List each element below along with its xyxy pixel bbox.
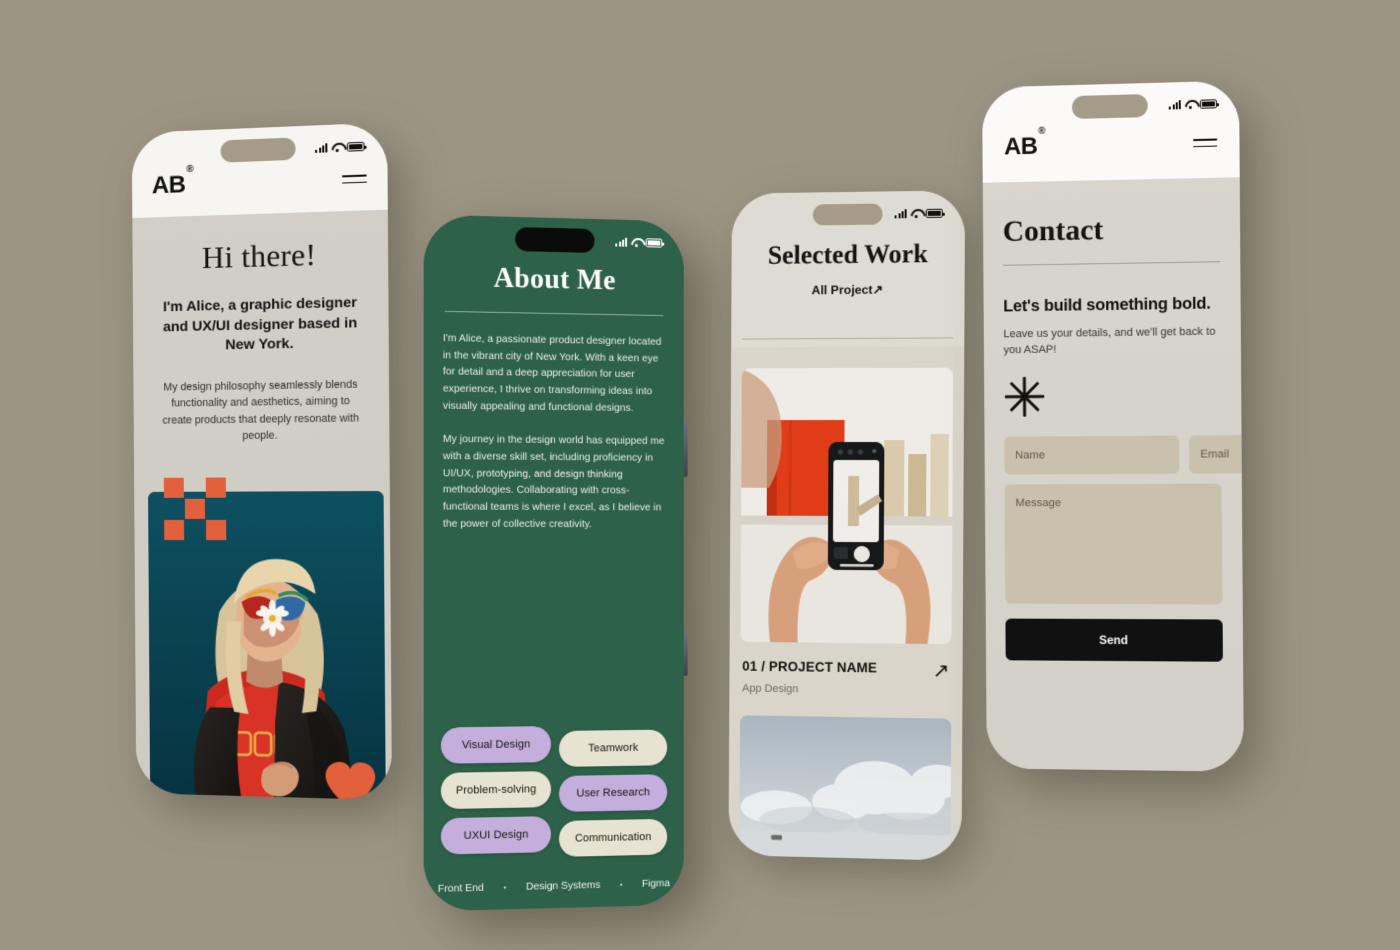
phone-mockup-about: About Me I'm Alice, a passionate product…	[423, 214, 688, 912]
contact-subtext: Leave us your details, and we'll get bac…	[1003, 325, 1216, 357]
send-button[interactable]: Send	[1005, 618, 1223, 662]
asterisk-icon	[1004, 375, 1046, 417]
phone-frame: About Me I'm Alice, a passionate product…	[423, 214, 684, 912]
hands-holding-phone-illustration	[740, 367, 954, 645]
contact-heading: Contact	[1002, 213, 1104, 248]
battery-icon	[645, 237, 663, 248]
phone-screen: AB® Hi there! I'm Alice, a graphic desig…	[131, 122, 393, 801]
battery-icon	[925, 208, 943, 218]
ticker-item: Front End	[437, 882, 484, 895]
skill-tag-list: Visual Design Teamwork Problem-solving U…	[440, 725, 668, 857]
skill-tag[interactable]: Problem-solving	[440, 771, 552, 810]
divider	[444, 310, 664, 317]
about-heading: About Me	[493, 262, 616, 297]
about-paragraph-1: I'm Alice, a passionate product designer…	[442, 333, 662, 414]
skill-tag[interactable]: UXUI Design	[440, 816, 552, 855]
ticker-item: Figma	[641, 878, 671, 890]
contact-tagline: Let's build something bold.	[1003, 294, 1211, 316]
cloudy-sky-illustration	[739, 715, 952, 861]
signal-bars-icon	[1169, 99, 1181, 110]
project-name: 01 / PROJECT NAME	[742, 658, 878, 676]
ticker-item: Design Systems	[525, 879, 601, 893]
phone-screen: AB® Contact Let's build something bold. …	[982, 80, 1244, 772]
mockup-stage: AB® Hi there! I'm Alice, a graphic desig…	[0, 0, 1400, 950]
battery-icon	[1199, 98, 1218, 109]
name-input[interactable]	[1004, 435, 1180, 475]
signal-bars-icon	[615, 237, 628, 247]
trademark-symbol: ®	[186, 163, 194, 175]
project-row[interactable]: 01 / PROJECT NAME App Design ↗	[742, 659, 949, 698]
heart-shape-icon	[325, 761, 376, 801]
wifi-icon	[911, 209, 922, 218]
pixel-cross-shape-icon	[163, 477, 227, 541]
signal-bars-icon	[315, 142, 328, 153]
email-input[interactable]	[1189, 434, 1244, 474]
project-image-primary[interactable]	[740, 367, 954, 645]
skill-tag[interactable]: Teamwork	[558, 729, 668, 767]
contact-form-row	[1004, 434, 1244, 475]
wifi-icon	[1185, 99, 1196, 108]
hero-photo-block	[148, 477, 386, 801]
phone-screen: About Me I'm Alice, a passionate product…	[423, 214, 684, 912]
project-category: App Design	[742, 682, 799, 696]
about-paragraph-2: My journey in the design world has equip…	[442, 434, 665, 530]
brand-logo-text: AB	[151, 171, 186, 200]
phone-frame: AB® Contact Let's build something bold. …	[982, 80, 1244, 772]
hero-lead-text: I'm Alice, a graphic designer and UX/UI …	[162, 294, 358, 354]
phone-screen: Selected Work All Project↗ 01 / PROJECT …	[728, 190, 966, 861]
phone-mockup-work: Selected Work All Project↗ 01 / PROJECT …	[728, 190, 966, 861]
dynamic-island	[812, 203, 883, 226]
app-topbar: AB®	[982, 126, 1239, 162]
contact-body: Contact Let's build something bold. Leav…	[982, 177, 1244, 772]
wifi-icon	[631, 237, 642, 246]
hamburger-menu-icon[interactable]	[1193, 138, 1218, 148]
phone-mockup-hero: AB® Hi there! I'm Alice, a graphic desig…	[131, 122, 393, 801]
work-heading: Selected Work	[767, 239, 928, 270]
all-projects-link[interactable]: All Project↗	[731, 281, 964, 298]
all-projects-label: All Project	[811, 282, 873, 298]
project-image-secondary[interactable]	[739, 715, 952, 861]
divider	[1002, 261, 1221, 266]
phone-frame: AB® Hi there! I'm Alice, a graphic desig…	[131, 122, 393, 801]
ticker-separator: •	[503, 883, 507, 893]
trademark-symbol: ®	[1038, 125, 1046, 137]
ticker-separator: •	[619, 880, 623, 890]
wifi-icon	[331, 142, 342, 152]
dynamic-island	[515, 226, 595, 253]
skill-tag[interactable]: Visual Design	[440, 726, 552, 764]
brand-logo[interactable]: AB®	[1004, 126, 1045, 162]
hero-paragraph: My design philosophy seamlessly blends f…	[162, 378, 360, 443]
skill-tag[interactable]: Communication	[558, 818, 668, 857]
battery-icon	[346, 141, 365, 152]
message-input[interactable]	[1004, 483, 1223, 605]
hamburger-menu-icon[interactable]	[341, 174, 367, 184]
dynamic-island	[220, 137, 296, 163]
phone-mockup-contact: AB® Contact Let's build something bold. …	[982, 80, 1244, 772]
dynamic-island	[1071, 94, 1148, 119]
phone-frame: Selected Work All Project↗ 01 / PROJECT …	[728, 190, 966, 861]
brand-logo-text: AB	[1004, 132, 1038, 161]
brand-logo[interactable]: AB®	[151, 164, 194, 201]
arrow-up-right-icon[interactable]: ↗	[933, 660, 950, 682]
hero-heading: Hi there!	[201, 236, 317, 276]
arrow-up-right-icon: ↗	[872, 282, 884, 297]
skill-tag[interactable]: User Research	[558, 774, 668, 812]
signal-bars-icon	[894, 208, 907, 218]
